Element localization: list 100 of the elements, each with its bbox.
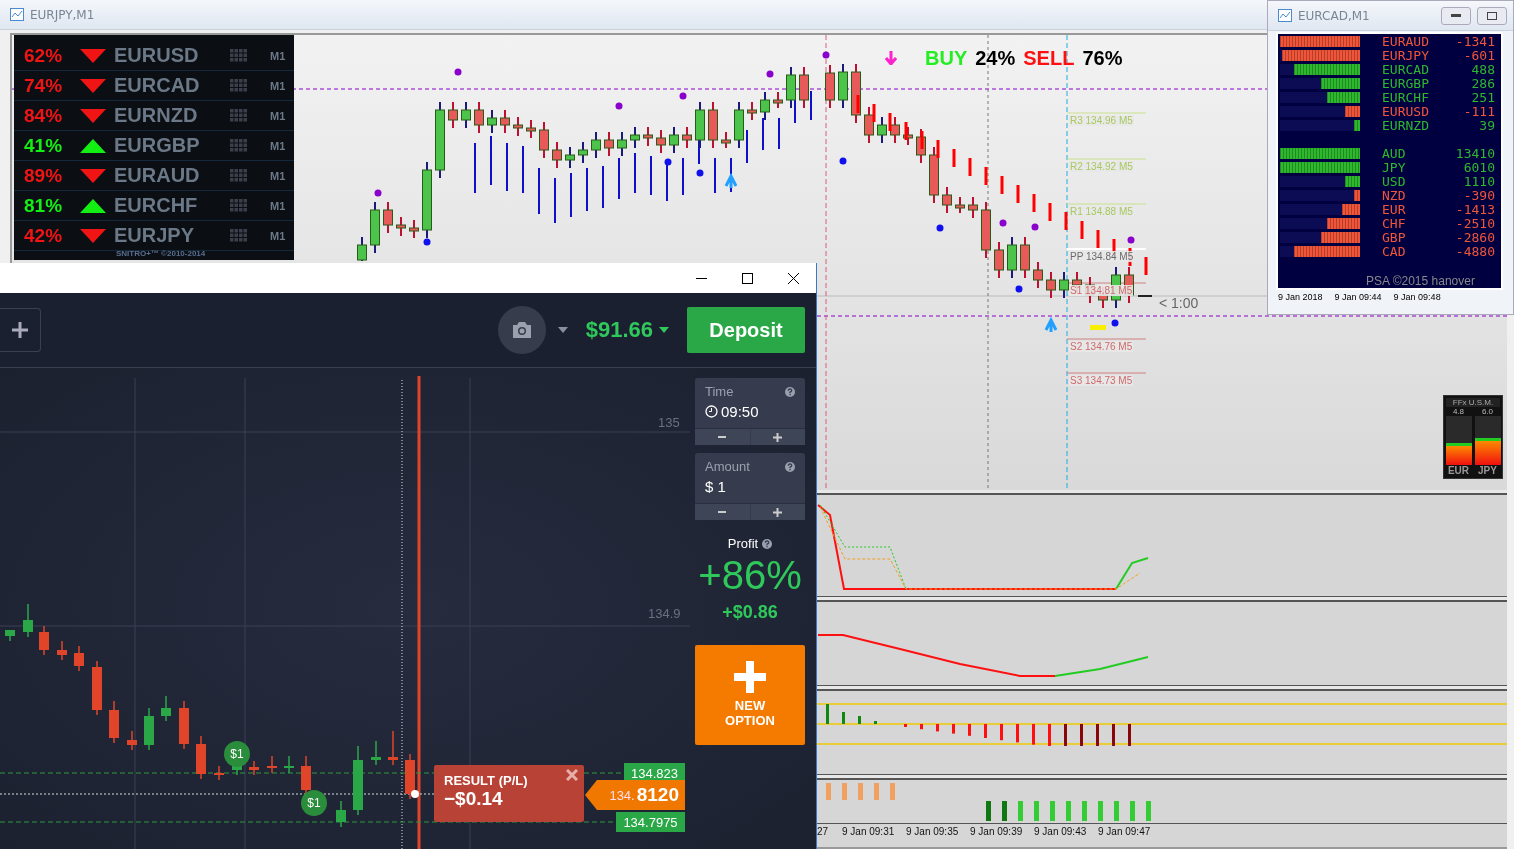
- strength-value: -2860: [1454, 229, 1495, 245]
- sell-label: SELL: [1023, 47, 1075, 70]
- pivot-level-label: S1 134.81 M5: [1069, 285, 1134, 296]
- signal-percent: 42%: [24, 224, 64, 247]
- timeframe-label: M1: [270, 229, 286, 242]
- meter-value: 6.0: [1481, 407, 1494, 416]
- time-axis-label: 9 Jan 09:44: [1334, 292, 1382, 302]
- time-axis-label: 9 Jan 09:43: [1034, 826, 1087, 837]
- new-option-button[interactable]: NEW OPTION: [695, 645, 805, 745]
- currency-name: CAD: [1382, 243, 1407, 259]
- pivot-level-label: PP 134.84 M5: [1069, 251, 1135, 262]
- deposit-button[interactable]: Deposit: [687, 307, 805, 353]
- strength-value: 286: [1470, 75, 1495, 91]
- profit-percent: +86%: [698, 553, 802, 598]
- meter-title: FFx U.S.M.: [1446, 398, 1500, 407]
- window-title: EURJPY,M1: [30, 7, 95, 22]
- currency-pair: EURNZD: [114, 104, 199, 127]
- timeframe-label: M1: [270, 199, 286, 212]
- pivot-level-label: R2 134.92 M5: [1069, 161, 1134, 172]
- timeframe-label: M1: [270, 79, 286, 92]
- sell-percent: 76%: [1082, 47, 1123, 70]
- currency-pair: EURCHF: [114, 194, 199, 217]
- currency-pair: EURGBP: [114, 134, 201, 157]
- window-title: EURCAD,M1: [1298, 8, 1370, 23]
- currency-name: EURUSD: [1382, 103, 1430, 119]
- result-value: −$0.14: [444, 788, 504, 810]
- strength-value: 1110: [1462, 173, 1495, 189]
- currency-name: EURNZD: [1382, 117, 1430, 133]
- buy-label: BUY: [925, 47, 968, 70]
- price-prefix: 134.: [609, 787, 635, 803]
- trade-marker[interactable]: $1: [301, 790, 327, 816]
- currency-name: EURGBP: [1382, 75, 1430, 91]
- signal-percent: 81%: [24, 194, 64, 217]
- timeframe-label: M1: [270, 139, 286, 152]
- meter-value: 4.8: [1452, 407, 1465, 416]
- price-tag: 134.7975: [616, 812, 685, 832]
- currency-name: USD: [1382, 173, 1407, 189]
- time-field[interactable]: Time 09:50: [695, 378, 805, 445]
- field-label: Time: [705, 384, 734, 399]
- field-value: 09:50: [695, 399, 805, 428]
- timeframe-label: M1: [270, 109, 286, 122]
- currency-name: EUR: [1382, 201, 1407, 217]
- price-scale-label: 134.9: [648, 606, 681, 621]
- currency-name: EURAUD: [1382, 34, 1430, 49]
- buy-percent: 24%: [975, 47, 1016, 70]
- field-value: $ 1: [704, 477, 727, 497]
- currency-pair: EURAUD: [114, 164, 201, 187]
- time-axis-label: 9 Jan 2018: [1278, 292, 1323, 302]
- strength-value: 251: [1470, 89, 1495, 105]
- timeframe-label: M1: [270, 169, 286, 182]
- signal-percent: 74%: [24, 74, 64, 97]
- strength-value: -111: [1462, 103, 1495, 119]
- time-axis-label: 9 Jan 09:39: [970, 826, 1023, 837]
- strength-value: -4880: [1454, 243, 1495, 259]
- trade-marker[interactable]: $1: [224, 741, 250, 767]
- amount-field[interactable]: Amount $ 1: [695, 453, 805, 520]
- meter-currency: EUR: [1447, 465, 1470, 476]
- currency-pair: EURUSD: [114, 44, 200, 67]
- pivot-level-label: S3 134.73 M5: [1069, 375, 1134, 386]
- strength-value: -1341: [1454, 34, 1495, 49]
- pivot-level-label: R3 134.96 M5: [1069, 115, 1134, 126]
- price-scale-label: 135: [658, 415, 680, 430]
- currency-name: JPY: [1382, 159, 1407, 175]
- profit-label: Profit: [727, 536, 759, 551]
- pivot-level-label: S2 134.76 M5: [1069, 341, 1134, 352]
- indicator-credit: PSA ©2015 hanover: [1366, 274, 1476, 288]
- signal-percent: 89%: [24, 164, 64, 187]
- currency-pair: EURJPY: [114, 224, 196, 247]
- field-label: Amount: [705, 459, 750, 474]
- currency-name: EURCAD: [1382, 61, 1430, 77]
- balance-button[interactable]: $91.66: [579, 317, 675, 343]
- meter-currency: JPY: [1478, 465, 1497, 476]
- strength-value: -601: [1462, 47, 1495, 63]
- time-axis-label: 9 Jan 09:31: [842, 826, 895, 837]
- strength-value: 39: [1478, 117, 1495, 133]
- price-tag: 134.823: [624, 763, 685, 783]
- timeframe-label: M1: [270, 49, 286, 62]
- strength-value: -2510: [1454, 215, 1495, 231]
- strength-value: 488: [1470, 61, 1495, 77]
- indicator-credit: SNITRO+™ ©2010-2014: [116, 249, 207, 258]
- currency-name: NZD: [1382, 187, 1407, 203]
- strength-value: -390: [1462, 187, 1495, 203]
- currency-name: EURJPY: [1382, 47, 1430, 63]
- time-axis-label: 9 Jan 09:47: [1098, 826, 1151, 837]
- strength-value: 13410: [1454, 145, 1495, 161]
- currency-name: CHF: [1382, 215, 1407, 231]
- signal-percent: 41%: [24, 134, 64, 157]
- time-axis-label: 27: [817, 826, 829, 837]
- signal-percent: 84%: [24, 104, 64, 127]
- currency-pair: EURCAD: [114, 74, 201, 97]
- time-axis-label: 9 Jan 09:48: [1393, 292, 1441, 302]
- currency-name: EURCHF: [1382, 89, 1430, 105]
- candle-countdown: < 1:00: [1159, 295, 1199, 311]
- time-axis-label: 9 Jan 09:35: [906, 826, 959, 837]
- signal-percent: 62%: [24, 44, 64, 67]
- currency-name: AUD: [1382, 145, 1407, 161]
- price-digits: 8120: [636, 784, 679, 806]
- result-title: RESULT (P/L): [444, 773, 529, 788]
- profit-amount: +$0.86: [722, 602, 778, 623]
- strength-value: -1413: [1454, 201, 1495, 217]
